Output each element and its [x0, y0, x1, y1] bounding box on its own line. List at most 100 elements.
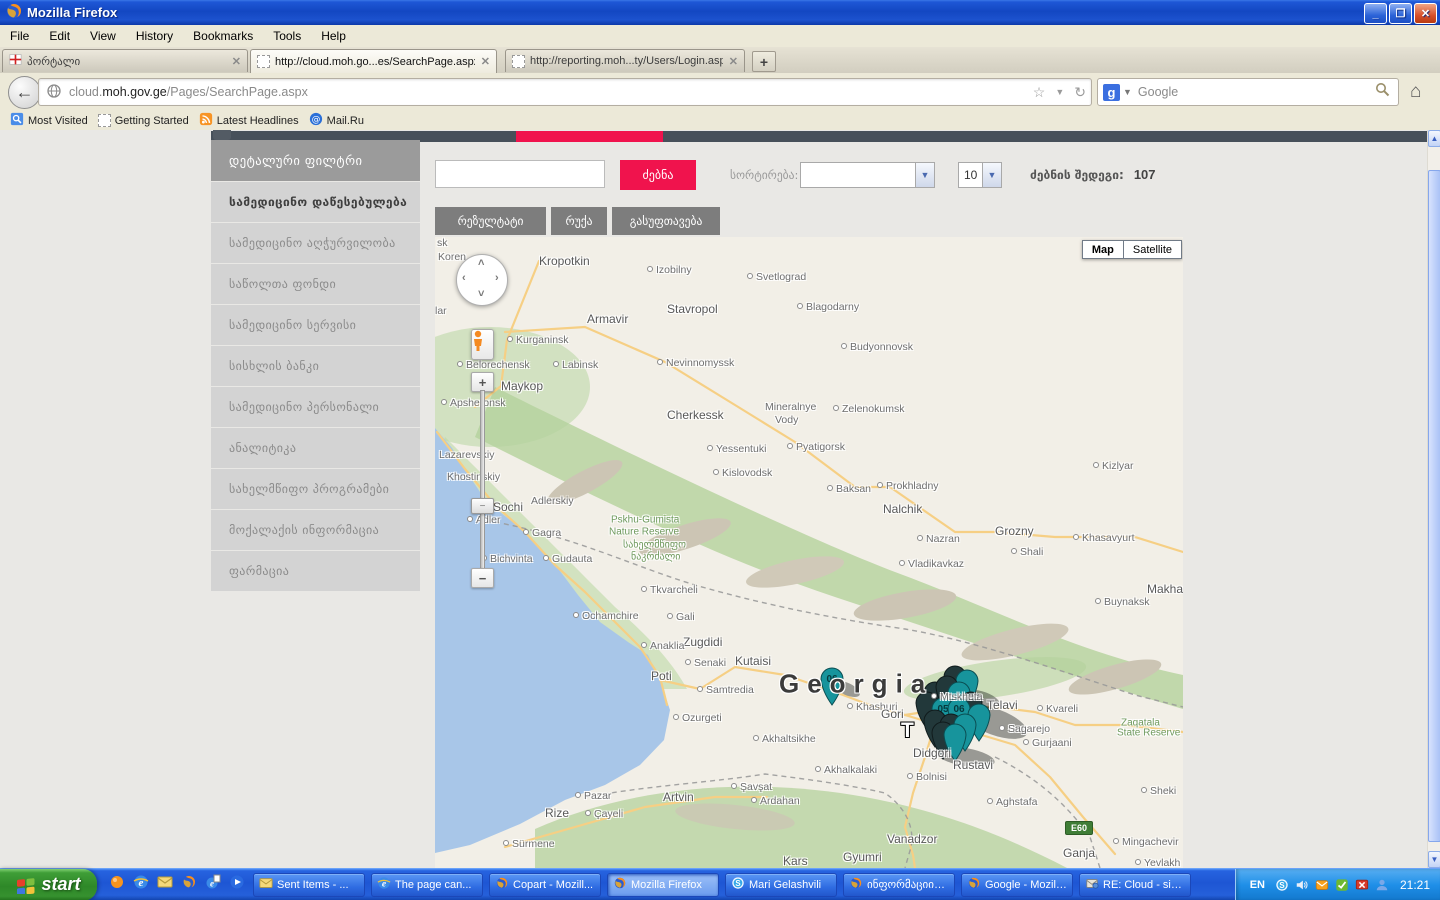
quicklaunch-orange-app-icon[interactable] [109, 874, 125, 895]
task-button-7[interactable]: Google - Mozill... [961, 873, 1073, 897]
google-logo-icon[interactable]: g [1103, 84, 1120, 101]
map-type-satellite[interactable]: Satellite [1124, 240, 1182, 259]
quicklaunch-ie-doc-icon[interactable]: e [205, 874, 221, 895]
vertical-scrollbar[interactable]: ▲ ▼ [1427, 130, 1440, 868]
close-button[interactable]: ✕ [1414, 3, 1437, 24]
menu-tools[interactable]: Tools [263, 27, 311, 45]
bookmark-mail-ru[interactable]: @Mail.Ru [309, 112, 364, 129]
firefox-icon [495, 876, 509, 893]
site-header-chip [213, 130, 231, 140]
task-button-1[interactable]: Sent Items - ... [253, 873, 365, 897]
map-label: Pazar [575, 790, 611, 802]
scrollbar-thumb[interactable] [1428, 170, 1440, 842]
task-button-4[interactable]: Mozilla Firefox [607, 873, 719, 897]
browser-tab-3[interactable]: http://reporting.moh...ty/Users/Login.as… [505, 49, 745, 72]
page-size-select[interactable]: 10▼ [958, 162, 1002, 188]
map-canvas[interactable]: 060506 skKorenlarKropotkinIzobilnySvetlo… [435, 237, 1183, 868]
url-dropdown-icon[interactable]: ▼ [1055, 87, 1064, 97]
home-button[interactable]: ⌂ [1410, 81, 1421, 103]
quicklaunch-ie-icon[interactable]: e [133, 874, 149, 895]
action-button-3[interactable]: გასუფთავება [612, 207, 720, 235]
sidebar-item-1[interactable]: სამედიცინო დაწესებულება [211, 182, 420, 222]
language-indicator[interactable]: EN [1246, 877, 1269, 893]
task-button-2[interactable]: eThe page can... [371, 873, 483, 897]
engine-dropdown-icon[interactable]: ▼ [1123, 87, 1132, 97]
new-tab-button[interactable]: + [752, 51, 776, 72]
tray-skype-icon[interactable]: S [1275, 877, 1290, 892]
reload-icon[interactable]: ↻ [1074, 84, 1086, 101]
tray-green-check-icon[interactable] [1335, 877, 1350, 892]
search-button[interactable]: ძებნა [620, 160, 696, 190]
select-arrow-icon[interactable]: ▼ [915, 163, 934, 187]
sidebar-item-10[interactable]: ფარმაცია [211, 551, 420, 591]
zoom-slider-handle[interactable]: − [471, 498, 494, 514]
scroll-down-icon[interactable]: ▼ [1428, 851, 1440, 868]
sidebar-item-4[interactable]: სამედიცინო სერვისი [211, 305, 420, 345]
browser-tab-1[interactable]: პორტალი✕ [2, 49, 248, 72]
restore-button[interactable]: ❐ [1389, 3, 1412, 24]
menu-file[interactable]: File [0, 27, 39, 45]
task-button-6[interactable]: ინფორმაციის ... [843, 873, 955, 897]
sidebar-item-7[interactable]: ანალიტიკა [211, 428, 420, 468]
bookmark-latest-headlines[interactable]: Latest Headlines [199, 112, 299, 129]
action-button-1[interactable]: რეზულტატი [435, 207, 546, 235]
browser-tab-2[interactable]: http://cloud.moh.go...es/SearchPage.aspx… [250, 49, 497, 73]
street-view-pegman[interactable] [471, 329, 494, 360]
bookmark-most-visited[interactable]: Most Visited [10, 112, 88, 129]
task-button-3[interactable]: Copart - Mozill... [489, 873, 601, 897]
back-button[interactable]: ← [8, 76, 41, 109]
map-label: Belorechensk [457, 359, 530, 371]
zoom-in-button[interactable]: + [471, 372, 494, 392]
quicklaunch-firefox-icon[interactable] [181, 874, 197, 895]
task-button-5[interactable]: SMari Gelashvili [725, 873, 837, 897]
tray-volume-icon[interactable] [1295, 877, 1310, 892]
site-nav-active-item[interactable] [516, 131, 663, 142]
bookmark-getting-started[interactable]: Getting Started [98, 114, 189, 127]
menu-history[interactable]: History [126, 27, 183, 45]
magnifier-icon[interactable] [1375, 82, 1390, 102]
url-bar[interactable]: cloud.moh.gov.ge/Pages/SearchPage.aspx ☆… [38, 78, 1092, 106]
start-button[interactable]: start [0, 869, 97, 900]
sidebar-item-2[interactable]: სამედიცინო აღჭურვილობა [211, 223, 420, 263]
dashed-icon [512, 55, 525, 68]
sidebar-item-8[interactable]: სახელმწიფო პროგრამები [211, 469, 420, 509]
map-label: Yessentuki [707, 443, 766, 455]
window-title: Mozilla Firefox [27, 5, 117, 20]
window-titlebar[interactable]: Mozilla Firefox _ ❐ ✕ [0, 0, 1440, 25]
scroll-up-icon[interactable]: ▲ [1428, 130, 1440, 147]
dashed-icon [98, 114, 111, 127]
sort-select[interactable]: ▼ [800, 162, 935, 188]
tab-close-icon[interactable]: ✕ [481, 55, 490, 68]
sidebar-item-6[interactable]: სამედიცინო პერსონალი [211, 387, 420, 427]
quicklaunch-mail-icon[interactable] [157, 874, 173, 895]
map-pan-control[interactable]: ˄ ˅ ‹ › [456, 254, 508, 306]
search-engine-box[interactable]: g ▼ Google [1097, 78, 1399, 106]
menu-edit[interactable]: Edit [39, 27, 80, 45]
menu-help[interactable]: Help [311, 27, 356, 45]
sidebar-item-9[interactable]: მოქალაქის ინფორმაცია [211, 510, 420, 550]
bookmark-star-icon[interactable]: ☆ [1033, 84, 1046, 101]
tab-close-icon[interactable]: ✕ [232, 55, 241, 68]
zoom-out-button[interactable]: − [471, 568, 494, 588]
sidebar-item-5[interactable]: სისხლის ბანკი [211, 346, 420, 386]
tray-mailru-agent-icon[interactable] [1315, 877, 1330, 892]
minimize-button[interactable]: _ [1364, 3, 1387, 24]
task-button-8[interactable]: RE: Cloud - sis... [1079, 873, 1191, 897]
quicklaunch-media-player-icon[interactable] [229, 874, 245, 895]
map-label: Vladikavkaz [899, 558, 964, 570]
select-arrow-icon[interactable]: ▼ [982, 163, 1001, 187]
sidebar-item-3[interactable]: საწოლთა ფონდი [211, 264, 420, 304]
action-button-2[interactable]: რუქა [551, 207, 607, 235]
tray-person-icon[interactable] [1375, 877, 1390, 892]
svg-text:e: e [210, 879, 214, 889]
map-label: Yevlakh [1135, 857, 1180, 868]
tray-red-alert-icon[interactable] [1355, 877, 1370, 892]
map-label: Pskhu-Gumista [611, 515, 679, 526]
search-input[interactable] [435, 160, 605, 188]
tab-close-icon[interactable]: ✕ [729, 55, 738, 68]
menu-bookmarks[interactable]: Bookmarks [183, 27, 263, 45]
map-label: Tkvarcheli [641, 584, 698, 596]
zoom-slider-track[interactable] [480, 390, 485, 570]
map-type-map[interactable]: Map [1082, 240, 1124, 259]
menu-view[interactable]: View [80, 27, 126, 45]
